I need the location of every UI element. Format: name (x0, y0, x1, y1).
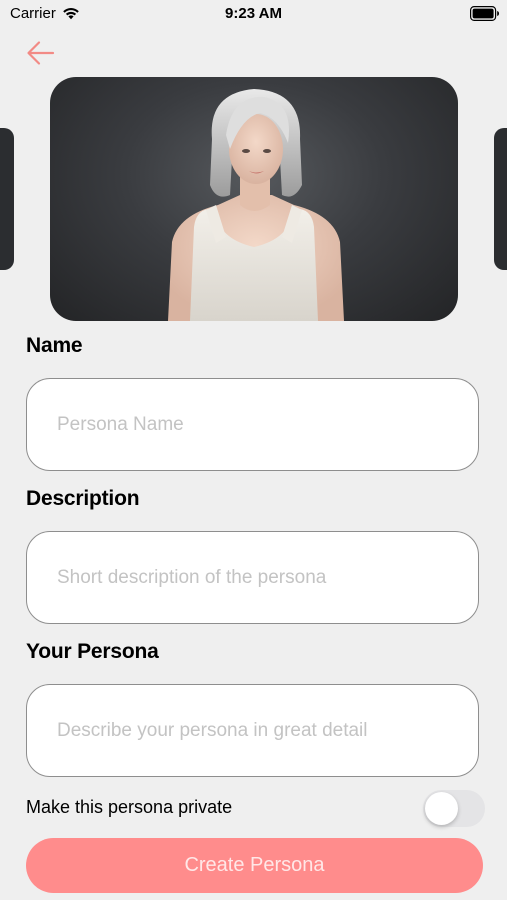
status-bar: Carrier 9:23 AM (0, 0, 507, 28)
persona-name-input[interactable] (26, 378, 479, 471)
your-persona-label: Your Persona (26, 640, 159, 663)
arrow-left-icon (27, 41, 55, 65)
next-persona-card[interactable] (494, 128, 507, 270)
battery-icon (470, 6, 499, 21)
create-persona-button[interactable]: Create Persona (26, 838, 483, 893)
persona-avatar-image (168, 89, 344, 321)
persona-description-input[interactable] (26, 531, 479, 624)
description-label: Description (26, 487, 140, 510)
private-toggle[interactable] (423, 790, 485, 827)
name-label: Name (26, 334, 83, 357)
back-button[interactable] (24, 38, 58, 68)
persona-image-card[interactable] (50, 77, 458, 321)
previous-persona-card[interactable] (0, 128, 14, 270)
persona-detail-input[interactable] (26, 684, 479, 777)
toggle-knob (425, 792, 458, 825)
status-time: 9:23 AM (225, 5, 282, 22)
private-toggle-label: Make this persona private (26, 797, 233, 817)
